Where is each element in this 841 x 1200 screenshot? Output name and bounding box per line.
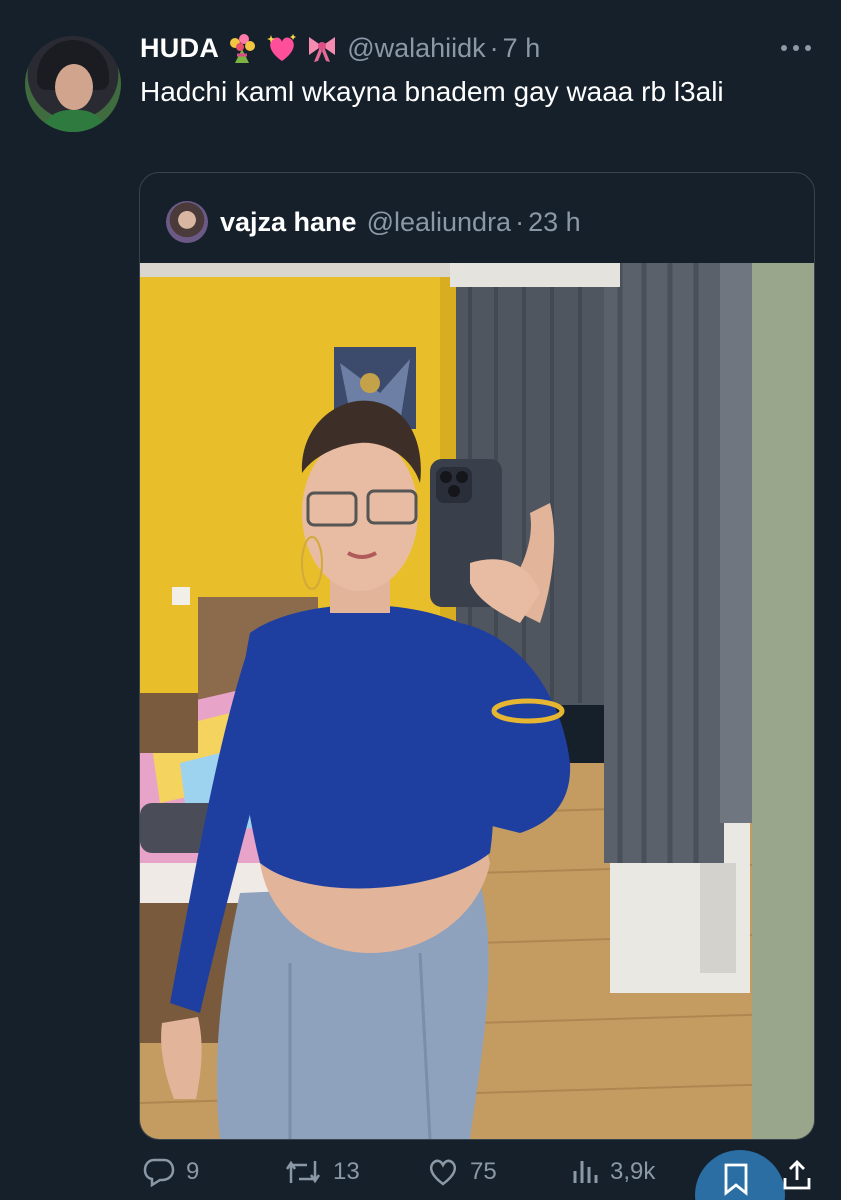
avatar-face xyxy=(55,64,93,110)
views-icon xyxy=(573,1161,598,1183)
views-button[interactable]: 3,9k xyxy=(570,1157,655,1187)
retweet-button[interactable]: 13 xyxy=(283,1157,360,1187)
quoted-author-name[interactable]: vajza hane xyxy=(220,207,357,238)
author-avatar[interactable] xyxy=(25,36,121,132)
quoted-header-separator: · xyxy=(515,206,525,237)
reply-button[interactable]: 9 xyxy=(142,1157,199,1187)
author-handle[interactable]: @walahiidk xyxy=(347,33,485,64)
header-separator: · xyxy=(489,32,499,63)
views-count: 3,9k xyxy=(610,1158,656,1185)
quoted-timestamp[interactable]: 23 h xyxy=(528,207,581,238)
quoted-media-photo[interactable] xyxy=(140,263,814,1139)
retweet-count: 13 xyxy=(333,1158,360,1185)
heart-icon xyxy=(429,1159,457,1186)
reply-count: 9 xyxy=(186,1158,200,1185)
retweet-icon xyxy=(285,1160,321,1184)
tweet-header: HUDA @walahiidk · 7 h xyxy=(140,28,540,68)
sparkling-heart-emoji xyxy=(267,34,297,61)
ribbon-emoji xyxy=(309,37,336,62)
tweet[interactable]: HUDA @walahiidk · 7 h Hadchi kaml wkayna… xyxy=(0,0,841,1200)
like-button[interactable]: 75 xyxy=(426,1157,497,1187)
more-options-icon[interactable] xyxy=(779,40,813,56)
bookmark-icon xyxy=(724,1163,748,1196)
tweet-text: Hadchi kaml wkayna bnadem gay waaa rb l3… xyxy=(140,76,724,107)
tweet-timestamp[interactable]: 7 h xyxy=(503,33,541,64)
author-name[interactable]: HUDA xyxy=(140,33,219,64)
like-count: 75 xyxy=(470,1158,497,1185)
avatar-shirt xyxy=(39,110,109,132)
reply-icon xyxy=(143,1158,175,1187)
quoted-author-avatar[interactable] xyxy=(166,201,208,243)
quoted-author-handle[interactable]: @lealiundra xyxy=(367,207,512,238)
share-icon[interactable] xyxy=(780,1158,814,1192)
quoted-tweet[interactable]: vajza hane @lealiundra · 23 h xyxy=(139,172,815,1140)
bouquet-emoji xyxy=(230,34,256,63)
quoted-header: vajza hane @lealiundra · 23 h xyxy=(166,201,581,243)
